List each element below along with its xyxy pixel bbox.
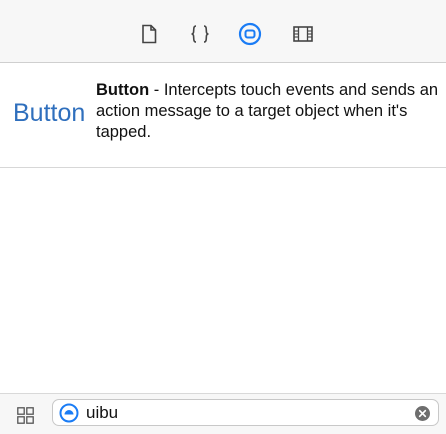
library-filter-input[interactable] xyxy=(86,402,406,423)
library-item-button[interactable]: Button Button - Intercepts touch events … xyxy=(0,63,446,168)
inspector-tab-bar xyxy=(0,0,446,63)
object-library-tab[interactable] xyxy=(237,21,263,47)
library-filter-field[interactable] xyxy=(52,399,439,426)
file-icon xyxy=(142,24,157,44)
object-filter-icon[interactable] xyxy=(59,403,79,423)
library-item-display-label: Button xyxy=(13,99,86,127)
clear-icon[interactable] xyxy=(415,406,430,421)
code-snippet-tab[interactable] xyxy=(187,21,213,47)
media-library-tab[interactable] xyxy=(290,21,316,47)
library-filter-bar xyxy=(0,393,446,434)
file-inspector-tab[interactable] xyxy=(136,21,162,47)
grid-view-icon[interactable] xyxy=(17,407,34,424)
object-library-icon xyxy=(238,22,262,46)
media-library-icon xyxy=(293,26,313,42)
code-braces-icon xyxy=(191,25,209,43)
library-item-name: Button xyxy=(96,81,150,99)
library-item-description-block: Button - Intercepts touch events and sen… xyxy=(96,80,441,143)
